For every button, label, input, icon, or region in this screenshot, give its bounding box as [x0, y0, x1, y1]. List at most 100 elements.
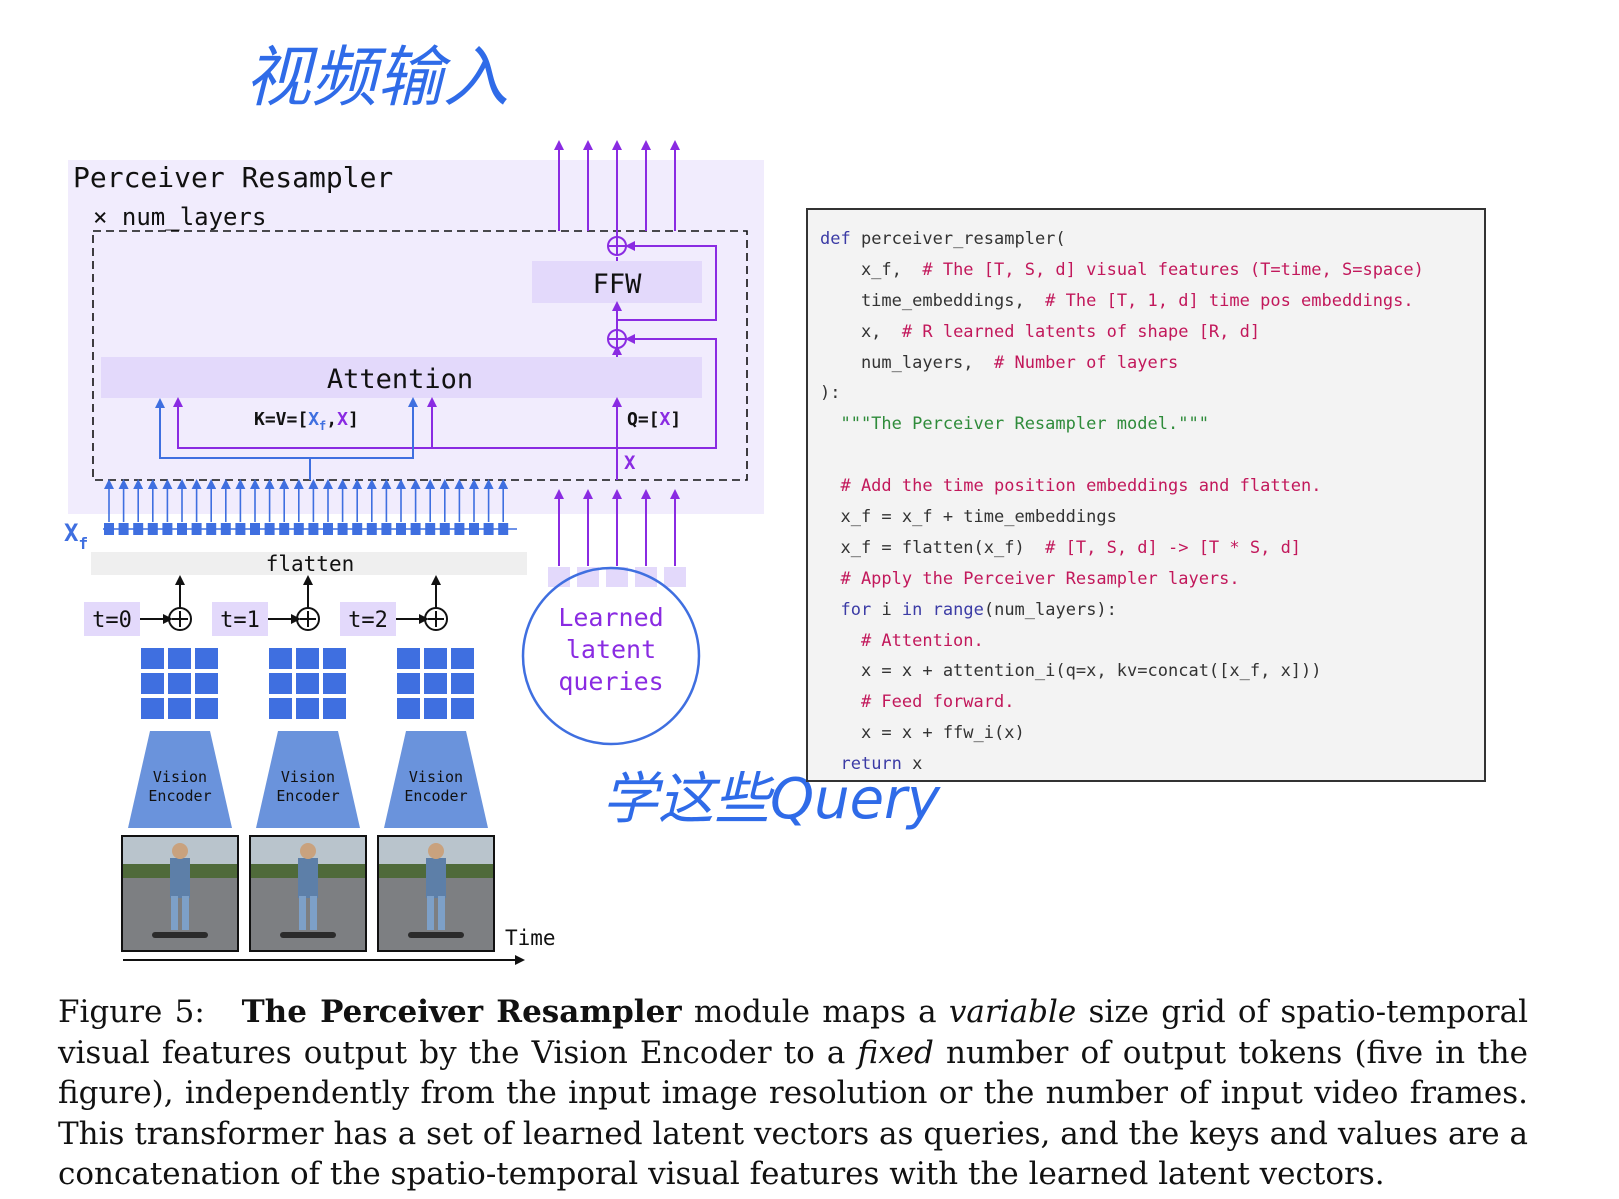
code-line: num_layers, # Number of layers — [820, 348, 1424, 379]
encoder-label-line2: Encoder — [404, 787, 467, 805]
flatten-label: flatten — [266, 552, 355, 576]
code-token: # Apply the Perceiver Resampler layers. — [820, 568, 1240, 589]
skater-leg — [171, 896, 178, 930]
feature-grid-cell — [424, 673, 447, 694]
feature-grid-cell — [451, 698, 474, 719]
feature-grid-cell — [195, 673, 218, 694]
code-token: # R learned latents of shape [R, d] — [901, 321, 1261, 342]
code-line: x_f = x_f + time_embeddings — [820, 502, 1424, 533]
encoder-label-line1: Vision — [409, 768, 463, 786]
feature-grid-cell — [424, 698, 447, 719]
q-label: Q=[X] — [627, 409, 681, 430]
code-line: # Apply the Perceiver Resampler layers. — [820, 564, 1424, 595]
time-tag: t=2 — [348, 608, 388, 633]
code-token: range — [932, 599, 984, 620]
feature-grid-cell — [269, 698, 292, 719]
feature-grid-cell — [296, 673, 319, 694]
skateboard — [280, 932, 336, 938]
code-panel: def perceiver_resampler( x_f, # The [T, … — [806, 208, 1486, 782]
feature-grid-cell — [451, 673, 474, 694]
code-token: x, — [820, 321, 902, 342]
feature-grid-cell — [323, 648, 346, 669]
code-line: time_embeddings, # The [T, 1, d] time po… — [820, 286, 1424, 317]
code-token: in — [901, 599, 923, 620]
encoder-label-line1: Vision — [153, 768, 207, 786]
code-token: (num_layers): — [983, 599, 1117, 620]
attention-label: Attention — [327, 364, 473, 395]
code-token: # Number of layers — [994, 352, 1179, 373]
skateboard — [408, 932, 464, 938]
feature-grid-cell — [323, 698, 346, 719]
code-token: # Feed forward. — [820, 692, 1015, 713]
code-line: # Feed forward. — [820, 687, 1424, 718]
code-token: perceiver_resampler( — [860, 229, 1066, 249]
kv-label: K=V=[Xf,X] — [254, 409, 359, 433]
code-token: num_layers, — [820, 352, 994, 373]
skater-torso — [298, 858, 318, 898]
latent-label-line1: Learned — [558, 603, 663, 632]
code-line: return x — [820, 749, 1424, 780]
feature-grid-cell — [424, 648, 447, 669]
code-token: x_f, — [820, 259, 923, 280]
module-title: Perceiver Resampler — [73, 161, 393, 194]
feature-grid-cell — [397, 673, 420, 694]
flattened-feature-tokens — [103, 523, 517, 535]
code-token: x = x + attention_i(q=x, kv=concat([x_f,… — [820, 661, 1322, 682]
ffw-label: FFW — [593, 269, 643, 300]
feature-grid-cell — [323, 673, 346, 694]
code-token: for — [840, 599, 872, 620]
code-line: x_f, # The [T, S, d] visual features (T=… — [820, 255, 1424, 286]
feature-grid-cell — [141, 673, 164, 694]
code-line: x_f = flatten(x_f) # [T, S, d] -> [T * S… — [820, 533, 1424, 564]
feature-grid-cell — [397, 698, 420, 719]
num-layers-label: × num_layers — [93, 203, 266, 231]
code-token: x_f = x_f + time_embeddings — [820, 507, 1117, 528]
time-tag: t=1 — [220, 608, 260, 633]
figure-caption: Figure 5: The Perceiver Resampler module… — [58, 992, 1528, 1195]
code-line: x, # R learned latents of shape [R, d] — [820, 317, 1424, 348]
code-listing: def perceiver_resampler( x_f, # The [T, … — [820, 224, 1424, 780]
code-line: # Add the time position embeddings and f… — [820, 471, 1424, 502]
code-token: x = x + ffw_i(x) — [820, 723, 1025, 744]
code-token: # The [T, 1, d] time pos embeddings. — [1045, 290, 1414, 311]
feature-grid-cell — [296, 648, 319, 669]
handwritten-note-video-input: 视频输入 — [245, 39, 509, 116]
caption-label: Figure 5: — [58, 994, 205, 1030]
feature-grid-cell — [168, 673, 191, 694]
feature-grid-cell — [141, 698, 164, 719]
encoder-label-line2: Encoder — [148, 787, 211, 805]
feature-grid-cell — [195, 648, 218, 669]
code-line: x = x + attention_i(q=x, kv=concat([x_f,… — [820, 656, 1424, 687]
skater-leg — [299, 896, 306, 930]
feature-grid-cell — [269, 673, 292, 694]
caption-text-1: module maps a — [681, 994, 949, 1030]
caption-italic-1: variable — [948, 994, 1077, 1030]
encoder-label-line2: Encoder — [276, 787, 339, 805]
code-token: # Add the time position embeddings and f… — [820, 476, 1322, 497]
caption-title: The Perceiver Resampler — [241, 994, 682, 1030]
code-line: def perceiver_resampler( — [820, 224, 1424, 255]
skater-leg — [310, 896, 317, 930]
latent-label-line2: latent — [566, 635, 656, 664]
code-token: # Attention. — [820, 630, 984, 651]
code-line: for i in range(num_layers): — [820, 595, 1424, 626]
code-line: # Attention. — [820, 626, 1424, 657]
skater-head — [300, 843, 316, 859]
code-token: ): — [820, 383, 841, 404]
skater-leg — [182, 896, 189, 930]
feature-grid-cell — [195, 698, 218, 719]
skater-head — [172, 843, 188, 859]
code-token: i — [871, 599, 902, 620]
time-columns: t=0VisionEncodert=1VisionEncodert=2Visio… — [84, 575, 495, 952]
skater-leg — [427, 896, 434, 930]
time-axis-label: Time — [505, 926, 556, 950]
time-tag: t=0 — [92, 608, 132, 633]
feature-grid-cell — [168, 698, 191, 719]
skater-torso — [170, 858, 190, 898]
x-latent-label: X — [624, 452, 636, 474]
code-line: ): — [820, 378, 1424, 409]
